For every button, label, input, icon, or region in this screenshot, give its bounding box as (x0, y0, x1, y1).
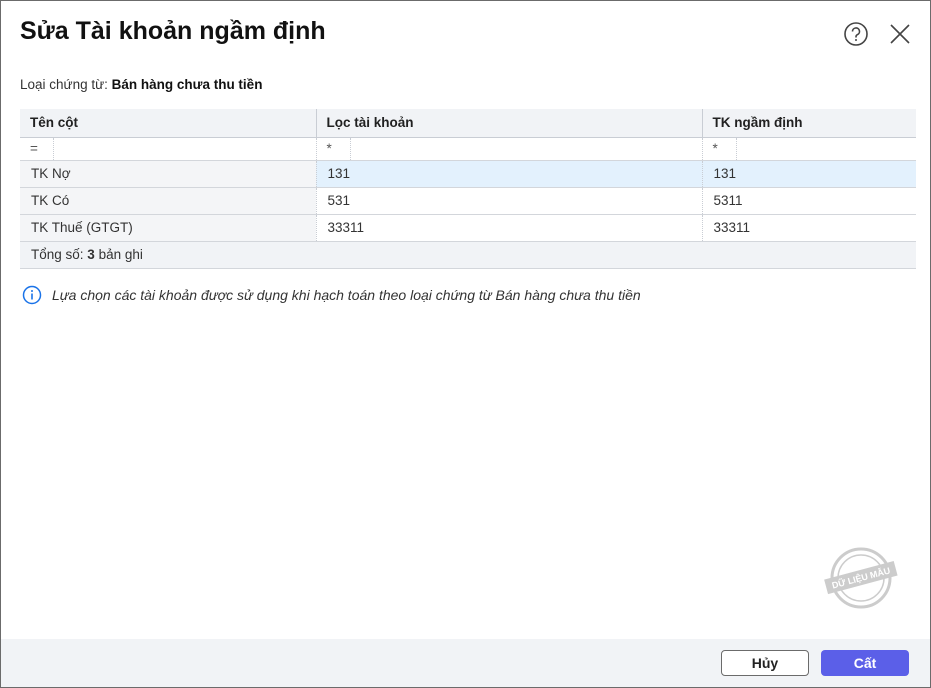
total-label: Tổng số: (31, 247, 84, 262)
cell-filter[interactable]: 131 (316, 160, 703, 188)
help-icon[interactable] (843, 21, 869, 47)
filter-row: = * * (20, 137, 916, 161)
table-row[interactable]: TK Có 531 5311 (20, 187, 916, 215)
total-count: 3 (87, 247, 95, 262)
voucher-type: Loại chứng từ: Bán hàng chưa thu tiền (20, 77, 262, 92)
dialog-title: Sửa Tài khoản ngầm định (20, 17, 326, 45)
cell-filter[interactable]: 531 (316, 187, 703, 215)
total-suffix: bản ghi (98, 247, 143, 262)
cell-default[interactable]: 131 (702, 160, 916, 188)
col-header-filter[interactable]: Lọc tài khoản (316, 109, 703, 138)
header-row: Tên cột Lọc tài khoản TK ngầm định (20, 109, 916, 138)
filter-operator[interactable]: * (703, 137, 737, 160)
table-footer: Tổng số: 3 bản ghi (20, 241, 916, 269)
table-row[interactable]: TK Nợ 131 131 (20, 160, 916, 188)
cancel-button[interactable]: Hủy (721, 650, 809, 676)
col-header-default[interactable]: TK ngầm định (702, 109, 916, 138)
filter-input-default[interactable] (736, 138, 916, 159)
cell-name: TK Nợ (20, 160, 317, 188)
close-icon[interactable] (887, 21, 913, 47)
account-table: Tên cột Lọc tài khoản TK ngầm định = * *… (20, 109, 916, 269)
voucher-type-label: Loại chứng từ: (20, 77, 108, 92)
cell-filter[interactable]: 33311 (316, 214, 703, 242)
filter-input-filter[interactable] (350, 138, 702, 159)
cell-default[interactable]: 5311 (702, 187, 916, 215)
table-row[interactable]: TK Thuế (GTGT) 33311 33311 (20, 214, 916, 242)
filter-operator[interactable]: * (317, 137, 351, 160)
voucher-type-value: Bán hàng chưa thu tiền (111, 77, 263, 92)
cell-default[interactable]: 33311 (702, 214, 916, 242)
info-message: Lựa chọn các tài khoản được sử dụng khi … (22, 285, 641, 305)
col-header-name[interactable]: Tên cột (20, 109, 317, 138)
sample-data-watermark: DỮ LIỆU MẪU (824, 547, 898, 609)
filter-input-name[interactable] (54, 138, 316, 159)
save-button[interactable]: Cất (821, 650, 909, 676)
cell-name: TK Có (20, 187, 317, 215)
filter-operator[interactable]: = (20, 137, 54, 160)
info-text: Lựa chọn các tài khoản được sử dụng khi … (52, 287, 641, 303)
dialog-footer: Hủy Cất (1, 639, 930, 687)
cell-name: TK Thuế (GTGT) (20, 214, 317, 242)
info-icon (22, 285, 42, 305)
